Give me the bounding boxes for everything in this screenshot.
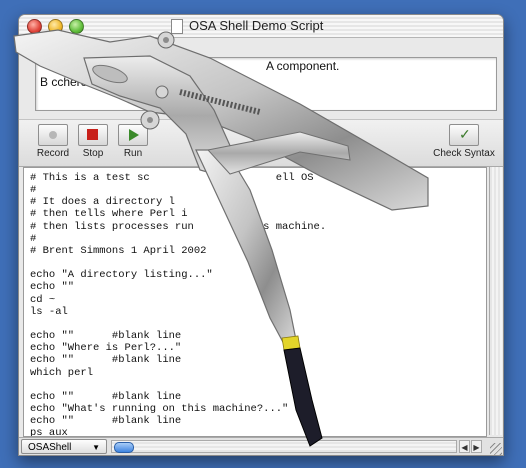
minimize-button[interactable] xyxy=(48,19,63,34)
window-title: OSA Shell Demo Script xyxy=(189,18,324,33)
resize-grip-icon[interactable] xyxy=(490,443,502,455)
chevron-down-icon: ▼ xyxy=(92,443,100,452)
script-window: OSA Shell Demo Script A component. B cch… xyxy=(18,14,504,456)
language-value: OSAShell xyxy=(28,442,72,453)
vertical-scrollbar[interactable] xyxy=(489,167,502,435)
check-syntax-label: Check Syntax xyxy=(433,148,495,159)
horizontal-scrollbar[interactable] xyxy=(111,440,457,453)
stop-label: Stop xyxy=(82,148,104,159)
checkmark-icon: ✓ xyxy=(459,126,471,142)
scroll-right-arrow[interactable]: ▶ xyxy=(471,440,482,453)
description-line: B cchero.com/software/osashell/ xyxy=(40,75,213,89)
description-field[interactable]: A component. B cchero.com/software/osash… xyxy=(35,57,497,111)
toolbar: Record Stop Run ✓ Check Syntax xyxy=(19,119,503,167)
language-popup[interactable]: OSAShell ▼ xyxy=(21,439,107,454)
script-text: # This is a test sc ell OS # # It does a… xyxy=(30,172,327,437)
document-icon xyxy=(171,19,183,34)
scroll-left-arrow[interactable]: ◀ xyxy=(459,440,470,453)
run-button[interactable]: Run xyxy=(113,124,153,159)
close-button[interactable] xyxy=(27,19,42,34)
check-syntax-button[interactable]: ✓ Check Syntax xyxy=(431,124,497,159)
record-icon xyxy=(49,131,57,139)
description-line: A component. xyxy=(266,59,340,73)
script-editor[interactable]: # This is a test sc ell OS # # It does a… xyxy=(23,167,487,437)
run-icon xyxy=(129,129,139,141)
stop-button[interactable]: Stop xyxy=(73,124,113,159)
run-label: Run xyxy=(123,148,143,159)
record-label: Record xyxy=(36,148,70,159)
record-button[interactable]: Record xyxy=(33,124,73,159)
bottom-bar: OSAShell ▼ ◀ ▶ xyxy=(19,437,503,455)
scroll-thumb[interactable] xyxy=(114,442,134,453)
stop-icon xyxy=(87,129,98,140)
zoom-button[interactable] xyxy=(69,19,84,34)
title-bar[interactable]: OSA Shell Demo Script xyxy=(19,15,503,38)
